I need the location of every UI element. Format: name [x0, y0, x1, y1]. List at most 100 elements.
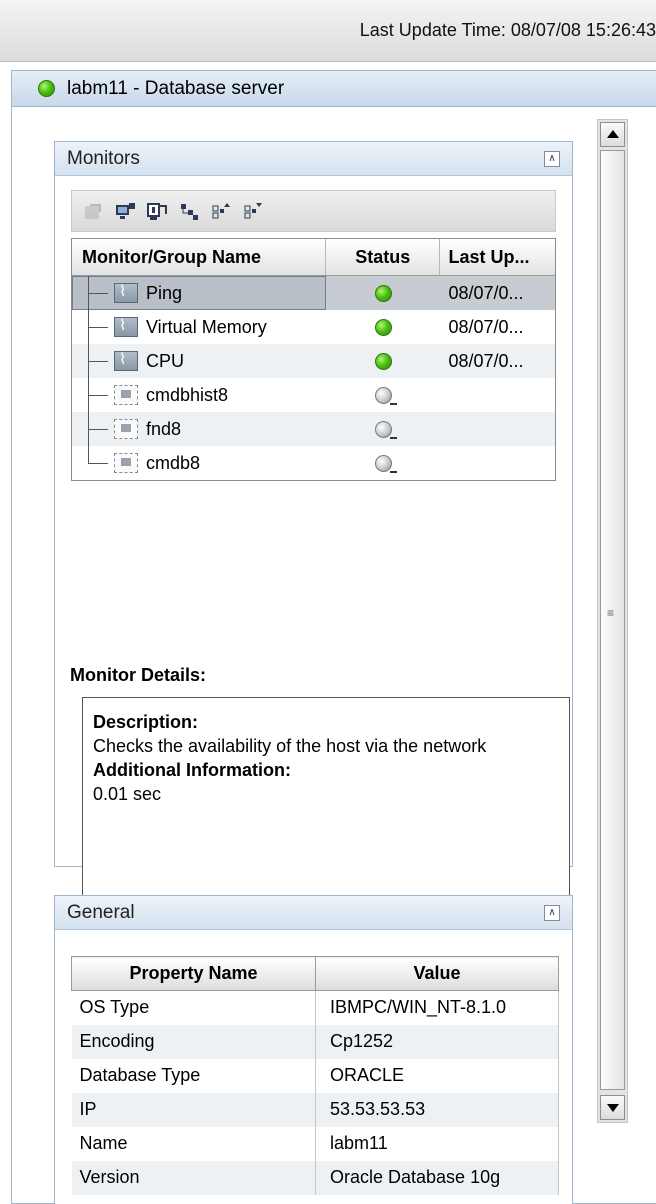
last-update-cell: 08/07/0...: [448, 316, 524, 337]
property-value: ORACLE: [315, 1058, 559, 1093]
property-value: 53.53.53.53: [315, 1092, 559, 1127]
group-icon: [114, 419, 138, 439]
property-value: labm11: [315, 1126, 559, 1161]
status-ok-icon: [374, 318, 392, 336]
sort-up-icon[interactable]: [210, 200, 232, 222]
status-unknown-icon: [374, 386, 397, 405]
monitor-name-cell: Virtual Memory: [72, 310, 326, 344]
status-cell: [326, 276, 440, 310]
monitor-name-cell: CPU: [72, 344, 326, 378]
remove-monitor-icon[interactable]: [82, 200, 104, 222]
table-row[interactable]: Version Oracle Database 10g: [71, 1160, 559, 1195]
last-update-cell: 08/07/0...: [448, 282, 524, 303]
monitor-name: Ping: [146, 282, 183, 303]
server-panel: labm11 - Database server Monitors ∧ Moni…: [11, 70, 656, 1204]
column-header-value[interactable]: Value: [315, 956, 559, 991]
monitor-name: CPU: [146, 350, 185, 371]
properties-table: Property Name Value OS Type IBMPC/WIN_NT-…: [71, 956, 559, 1195]
table-row[interactable]: CPU 08/07/0...: [72, 344, 555, 378]
monitors-panel-title: Monitors: [67, 147, 140, 169]
additional-info-text: 0.01 sec: [93, 784, 162, 804]
status-unknown-icon: [374, 420, 397, 439]
arrow-up-icon: [607, 130, 619, 138]
description-text: Checks the availability of the host via …: [93, 736, 487, 756]
status-ok-icon: [374, 284, 392, 302]
table-row[interactable]: fnd8: [72, 412, 555, 446]
monitors-table-header: Monitor/Group Name Status Last Up...: [72, 239, 555, 276]
vertical-scrollbar[interactable]: ≡: [597, 119, 628, 1123]
monitor-icon: [114, 316, 138, 337]
group-name-cell: fnd8: [72, 412, 326, 446]
group-icon: [114, 453, 138, 473]
collapse-icon[interactable]: ∧: [544, 905, 560, 921]
property-name: Version: [71, 1160, 316, 1195]
table-row[interactable]: Ping 08/07/0...: [72, 276, 555, 310]
group-name: cmdb8: [146, 452, 201, 473]
property-name: OS Type: [71, 990, 316, 1025]
property-name: Encoding: [71, 1024, 316, 1059]
last-update-cell: [440, 378, 555, 412]
table-row[interactable]: cmdbhist8: [72, 378, 555, 412]
server-header: labm11 - Database server: [12, 71, 656, 107]
grip-icon: ≡: [607, 606, 615, 620]
last-update-cell: 08/07/0...: [448, 350, 524, 371]
scroll-up-button[interactable]: [600, 122, 625, 147]
table-row[interactable]: IP 53.53.53.53: [71, 1092, 559, 1127]
last-update-cell: [440, 412, 555, 446]
group-name-cell: cmdbhist8: [72, 378, 326, 412]
monitor-details-text: Description: Checks the availability of …: [93, 710, 569, 806]
column-header-name[interactable]: Monitor/Group Name: [72, 239, 326, 275]
tree-view-icon[interactable]: [178, 200, 200, 222]
monitor-computer-icon[interactable]: [114, 200, 136, 222]
monitor-name-cell: Ping: [72, 276, 327, 310]
server-title: labm11 - Database server: [67, 77, 285, 99]
monitor-properties-icon[interactable]: [146, 200, 168, 222]
monitors-table-body: Ping 08/07/0... Virtual Memory 08/07/0..…: [72, 276, 555, 480]
status-cell: [326, 446, 440, 480]
monitors-table: Monitor/Group Name Status Last Up... Pin…: [71, 238, 556, 481]
description-label: Description:: [93, 712, 199, 732]
column-header-property[interactable]: Property Name: [71, 956, 316, 991]
table-row[interactable]: Encoding Cp1252: [71, 1024, 559, 1059]
group-name-cell: cmdb8: [72, 446, 326, 480]
property-value: IBMPC/WIN_NT-8.1.0: [315, 990, 559, 1025]
monitor-icon: [114, 282, 138, 303]
general-panel: General ∧ Property Name Value OS Type IBM…: [54, 895, 573, 1204]
table-row[interactable]: OS Type IBMPC/WIN_NT-8.1.0: [71, 990, 559, 1025]
table-row[interactable]: Name labm11: [71, 1126, 559, 1161]
property-name: IP: [71, 1092, 316, 1127]
scroll-down-button[interactable]: [600, 1095, 625, 1120]
table-row[interactable]: Database Type ORACLE: [71, 1058, 559, 1093]
status-cell: [326, 344, 440, 378]
property-value: Oracle Database 10g: [315, 1160, 559, 1195]
status-cell: [326, 412, 440, 446]
status-cell: [326, 378, 440, 412]
status-cell: [326, 310, 440, 344]
monitor-details-label: Monitor Details:: [70, 665, 207, 685]
monitor-name: Virtual Memory: [146, 316, 267, 337]
monitor-icon: [114, 350, 138, 371]
last-update-time: Last Update Time: 08/07/08 15:26:43: [359, 20, 656, 40]
additional-info-label: Additional Information:: [93, 760, 291, 780]
status-green-dot-icon: [38, 80, 55, 97]
status-ok-icon: [374, 352, 392, 370]
column-header-last-update[interactable]: Last Up...: [440, 239, 555, 275]
property-name: Database Type: [71, 1058, 316, 1093]
group-name: fnd8: [146, 418, 182, 439]
collapse-icon[interactable]: ∧: [544, 151, 560, 167]
last-update-cell: [440, 446, 555, 480]
arrow-down-icon: [607, 1104, 619, 1112]
monitors-toolbar: [71, 190, 556, 232]
property-name: Name: [71, 1126, 316, 1161]
general-panel-header: General ∧: [55, 896, 572, 930]
general-panel-title: General: [67, 901, 135, 923]
property-value: Cp1252: [315, 1024, 559, 1059]
table-row[interactable]: cmdb8: [72, 446, 555, 480]
column-header-status[interactable]: Status: [326, 239, 441, 275]
table-row[interactable]: Virtual Memory 08/07/0...: [72, 310, 555, 344]
sort-down-icon[interactable]: [242, 200, 264, 222]
group-name: cmdbhist8: [146, 384, 229, 405]
group-icon: [114, 385, 138, 405]
scroll-thumb[interactable]: ≡: [600, 150, 625, 1090]
status-unknown-icon: [374, 454, 397, 473]
